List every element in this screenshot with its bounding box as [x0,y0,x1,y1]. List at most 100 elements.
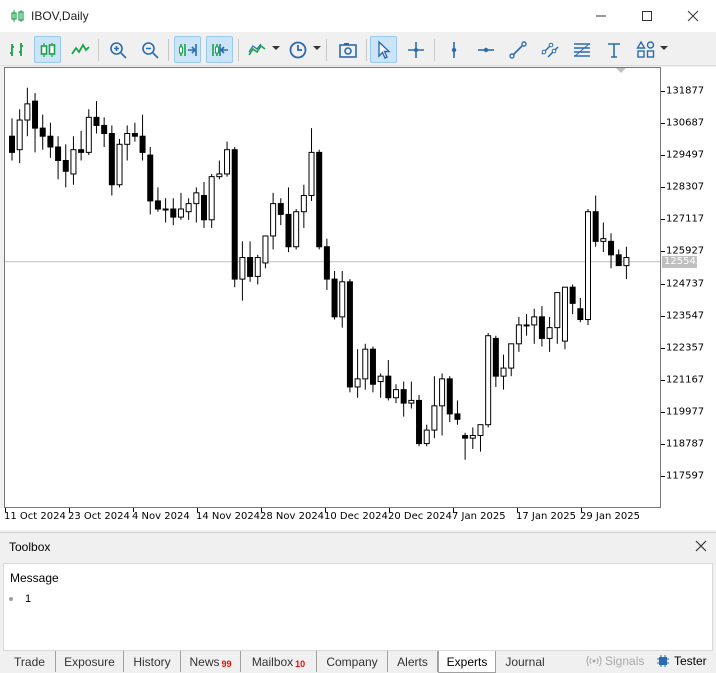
candle [538,306,545,347]
candle-body [108,133,115,186]
minimize-icon [596,15,606,17]
candle-body [369,348,376,385]
close-icon[interactable] [694,539,708,553]
tab-alerts[interactable]: Alerts [388,651,438,672]
candle-body [131,133,138,137]
time-axis[interactable]: 11 Oct 2024 23 Oct 2024 4 Nov 2024 14 Nov 2… [0,508,716,530]
crosshair-button[interactable] [402,36,429,63]
candle-body [439,378,446,407]
equidistant-channel-icon [540,42,559,58]
candle-body [55,146,62,161]
time-tick-label: 20 Dec 2024 [388,511,452,522]
auto-scroll-button[interactable] [174,36,201,63]
candle [362,343,369,390]
tab-label: Experts [446,654,488,669]
screenshot-button[interactable] [334,36,361,63]
candle-body [262,235,269,264]
list-item[interactable]: 1 [9,593,31,605]
trendline-button[interactable] [504,36,531,63]
text-tool-button[interactable] [600,36,627,63]
minimize-button[interactable] [578,0,624,32]
tab-news[interactable]: News 99 [181,651,241,672]
candlestick-chart[interactable] [5,68,660,507]
candle-body [400,389,407,404]
candle [377,373,384,398]
message-column-header[interactable]: Message [10,571,59,585]
candle [346,279,353,393]
price-tick-label: 124737 [666,278,705,289]
fibonacci-button[interactable] [568,36,595,63]
bar-chart-button[interactable] [3,36,30,63]
chart-shift-button[interactable] [206,36,233,63]
candle [369,346,376,393]
indicators-icon [247,43,265,55]
candle-body [139,135,146,153]
indicators-button[interactable] [243,36,270,63]
close-window-button[interactable] [670,0,716,32]
price-tick-label: 131877 [666,85,705,97]
candle-body [300,195,307,213]
candle [300,184,307,228]
candle [193,187,200,223]
shapes-dropdown-caret[interactable] [660,46,668,50]
candle [47,122,54,158]
candle-body [354,378,361,388]
shapes-button[interactable] [632,36,659,63]
candle-body [554,292,561,329]
tab-company[interactable]: Company [317,651,388,672]
candle [24,87,31,137]
candle-body [585,211,591,321]
tester-button[interactable]: Tester [656,654,707,668]
candle-body [546,327,553,339]
candle [270,192,277,250]
indicators-dropdown-caret[interactable] [272,46,280,50]
toolbar-separator [238,39,239,61]
candle [508,343,515,377]
tab-mailbox[interactable]: Mailbox 10 [241,651,317,672]
candle [216,160,223,180]
tab-experts[interactable]: Experts [438,651,496,673]
price-tick [661,379,665,381]
tab-exposure[interactable]: Exposure [56,651,124,672]
equidistant-channel-button[interactable] [536,36,563,63]
time-tick-label: 4 Nov 2024 [132,511,190,522]
candle-body [577,308,584,321]
chart-shift-marker[interactable] [616,68,626,73]
candle-body [193,192,200,205]
candle-body [531,316,538,326]
candle [185,198,192,220]
candle [462,432,469,460]
time-tick-label: 17 Jan 2025 [516,511,576,522]
candle [9,118,15,161]
candle-body [608,240,615,256]
line-chart-button[interactable] [66,36,93,63]
price-tick [661,155,665,157]
tab-history[interactable]: History [124,651,181,672]
cursor-button[interactable] [370,36,397,63]
zoom-in-button[interactable] [104,36,131,63]
price-tick-label: 122357 [666,342,705,354]
tab-trade[interactable]: Trade [4,651,56,672]
maximize-button[interactable] [624,0,670,32]
price-chart[interactable] [4,67,661,508]
signals-button[interactable]: Signals [586,654,644,668]
price-tick-label: 119977 [666,406,705,418]
price-axis[interactable]: 131877 130687 129497 128307 127117 125927 1247… [661,67,716,508]
candle-body [293,211,300,248]
horizontal-line-button[interactable] [472,36,499,63]
tab-journal[interactable]: Journal [496,651,554,672]
zoom-out-button[interactable] [136,36,163,63]
timeframe-clock-icon [289,41,306,58]
candle [515,316,522,352]
candle [393,384,399,404]
candle-body [147,154,154,202]
timeframe-dropdown-caret[interactable] [313,46,321,50]
timeframe-button[interactable] [284,36,311,63]
candle-body [231,149,238,280]
candle [55,136,62,180]
time-tick-label: 7 Jan 2025 [452,511,506,522]
candle-body [177,208,184,218]
candlestick-chart-button[interactable] [34,36,61,63]
candle-body [600,238,607,242]
vertical-line-button[interactable] [440,36,467,63]
